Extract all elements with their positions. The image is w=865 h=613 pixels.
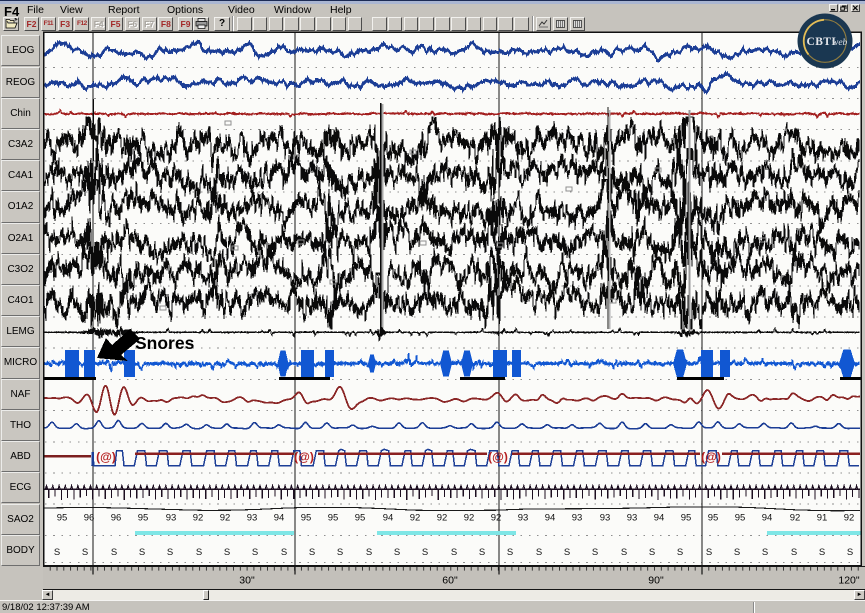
svg-text:60": 60" [442,575,458,587]
svg-text:93: 93 [166,513,177,524]
svg-text:S: S [337,547,343,558]
svg-text:S: S [706,547,712,558]
svg-text:S: S [847,547,853,558]
svg-text:S: S [82,547,88,558]
svg-text:120": 120" [838,575,860,587]
svg-text:95: 95 [735,513,746,524]
svg-text:(@): (@) [96,450,116,464]
svg-text:92: 92 [844,513,855,524]
svg-text:94: 94 [274,513,285,524]
svg-text:93: 93 [600,513,611,524]
svg-text:92: 92 [437,513,448,524]
svg-text:S: S [451,547,457,558]
svg-text:96: 96 [84,513,95,524]
svg-text:93: 93 [518,513,529,524]
svg-text:92: 92 [464,513,475,524]
svg-text:95: 95 [708,513,719,524]
svg-text:94: 94 [654,513,665,524]
svg-text:95: 95 [681,513,692,524]
svg-text:95: 95 [57,513,68,524]
svg-text:S: S [677,547,683,558]
svg-text:S: S [366,547,372,558]
svg-text:S: S [196,547,202,558]
svg-text:95: 95 [355,513,366,524]
svg-text:S: S [111,547,117,558]
svg-text:S: S [507,547,513,558]
svg-text:S: S [422,547,428,558]
svg-text:95: 95 [328,513,339,524]
svg-text:S: S [762,547,768,558]
svg-text:S: S [819,547,825,558]
svg-text:S: S [479,547,485,558]
svg-text:95: 95 [138,513,149,524]
svg-text:94: 94 [383,513,394,524]
svg-text:94: 94 [545,513,556,524]
svg-text:92: 92 [193,513,204,524]
svg-text:93: 93 [627,513,638,524]
svg-text:91: 91 [817,513,828,524]
svg-text:S: S [281,547,287,558]
svg-text:S: S [791,547,797,558]
svg-text:S: S [252,547,258,558]
svg-text:S: S [394,547,400,558]
svg-text:Snores: Snores [135,333,195,353]
svg-text:92: 92 [491,513,502,524]
svg-text:90": 90" [648,575,664,587]
svg-text:web: web [832,38,848,48]
svg-text:94: 94 [762,513,773,524]
svg-text:S: S [734,547,740,558]
svg-text:95: 95 [301,513,312,524]
svg-text:S: S [224,547,230,558]
svg-text:S: S [564,547,570,558]
svg-text:(@): (@) [294,450,314,464]
svg-text:S: S [309,547,315,558]
svg-text:92: 92 [410,513,421,524]
svg-text:S: S [54,547,60,558]
svg-text:S: S [139,547,145,558]
svg-text:S: S [536,547,542,558]
svg-text:(@): (@) [701,450,721,464]
svg-text:92: 92 [220,513,231,524]
svg-text:S: S [167,547,173,558]
svg-text:S: S [621,547,627,558]
svg-text:93: 93 [572,513,583,524]
svg-text:(@): (@) [488,450,508,464]
svg-text:S: S [649,547,655,558]
svg-text:S: S [592,547,598,558]
svg-text:92: 92 [790,513,801,524]
svg-text:30": 30" [239,575,255,587]
svg-text:96: 96 [111,513,122,524]
svg-text:93: 93 [247,513,258,524]
